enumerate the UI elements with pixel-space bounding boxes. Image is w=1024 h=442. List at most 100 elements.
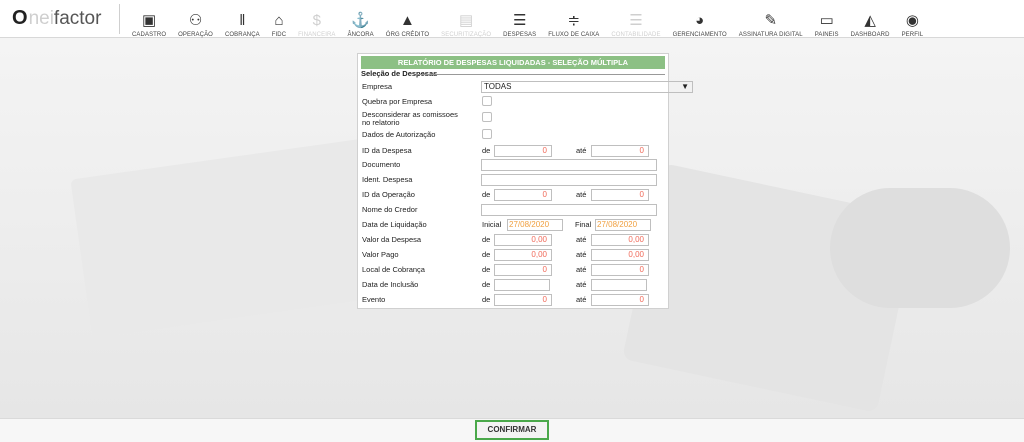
nav-item-opera-o[interactable]: ⚇ OPERAÇÃO	[172, 4, 219, 38]
row-dados-autorizacao: Dados de Autorização	[361, 129, 665, 141]
nav-item-label: PERFIL	[901, 31, 924, 38]
nav-item-contabilidade[interactable]: ☰ CONTABILIDADE	[605, 4, 666, 38]
nav-item-fidc[interactable]: ⌂ FIDC	[266, 4, 292, 38]
nav-item-label: ÓRG CRÉDITO	[385, 31, 430, 38]
evento-to-input[interactable]: 0	[591, 294, 649, 306]
nav-item-fluxo-de-caixa[interactable]: ≑ FLUXO DE CAIXA	[542, 4, 605, 38]
nav-item-dashboard[interactable]: ◭ DASHBOARD	[845, 4, 896, 38]
nav-item-paineis[interactable]: ▭ PAINEIS	[809, 4, 845, 38]
bank-icon: ⌂	[274, 11, 284, 29]
row-ident-despesa: Ident. Despesa	[361, 173, 665, 187]
logo-o: O	[12, 7, 28, 29]
nav-item-label: COBRANÇA	[224, 31, 260, 38]
ledger-icon: ☰	[629, 11, 643, 29]
evento-from-input[interactable]: 0	[494, 294, 552, 306]
valor-pago-to-input[interactable]: 0,00	[591, 249, 649, 261]
ident-despesa-input[interactable]	[481, 174, 657, 186]
valor-pago-de: de	[482, 250, 491, 259]
id-operacao-from-input[interactable]: 0	[494, 189, 552, 201]
fieldset-divider	[416, 74, 665, 75]
handshake-icon: ⚇	[188, 11, 203, 29]
evento-de: de	[482, 295, 491, 304]
pie-chart-icon: ◕	[695, 11, 705, 29]
local-cobranca-de: de	[482, 265, 491, 274]
data-liquidacao-start-input[interactable]: 27/08/2020	[507, 219, 563, 231]
user-icon: ◉	[905, 11, 919, 29]
data-inclusao-from-input[interactable]	[494, 279, 550, 291]
evento-label: Evento	[362, 295, 386, 304]
row-data-liquidacao: Data de Liquidação Inicial 27/08/2020 Fi…	[361, 218, 665, 232]
money-icon: $	[312, 11, 322, 29]
empresa-label: Empresa	[362, 82, 393, 91]
brand-logo[interactable]: O nei factor	[0, 3, 120, 34]
valor-pago-label: Valor Pago	[362, 250, 399, 259]
data-liquidacao-end-input[interactable]: 27/08/2020	[595, 219, 651, 231]
nav-item-label: ÂNCORA	[347, 31, 374, 38]
quebra-label: Quebra por Empresa	[362, 97, 433, 106]
nav-item-assinatura-digital[interactable]: ✎ ASSINATURA DIGITAL	[733, 4, 809, 38]
row-valor-despesa: Valor da Despesa de 0,00 até 0,00	[361, 233, 665, 247]
id-despesa-from-input[interactable]: 0	[494, 145, 552, 157]
desconsiderar-label-line2: no relatorio	[362, 118, 400, 127]
nav-item-gerenciamento[interactable]: ◕ GERENCIAMENTO	[667, 4, 733, 38]
desconsiderar-checkbox[interactable]	[482, 112, 492, 122]
nav-item-financeira[interactable]: $ FINANCEIRA	[292, 4, 341, 38]
nav-item-label: PAINEIS	[814, 31, 839, 38]
nav-item-securitiza-o[interactable]: ▤ SECURITIZAÇÃO	[435, 4, 497, 38]
valor-pago-ate: até	[576, 250, 587, 259]
id-card-icon: ▣	[141, 11, 157, 29]
documento-input[interactable]	[481, 159, 657, 171]
row-id-operacao: ID da Operação de 0 até 0	[361, 188, 665, 202]
valor-despesa-label: Valor da Despesa	[362, 235, 422, 244]
nav-item-label: OPERAÇÃO	[178, 31, 213, 38]
nav-item-label: ASSINATURA DIGITAL	[738, 31, 803, 38]
row-data-inclusao: Data de Inclusão de até	[361, 278, 665, 292]
confirm-button[interactable]: CONFIRMAR	[475, 420, 549, 440]
nav-item-label: GERENCIAMENTO	[672, 31, 727, 38]
nav-item-label: DESPESAS	[503, 31, 537, 38]
nav-item-cadastro[interactable]: ▣ CADASTRO	[126, 4, 172, 38]
ident-despesa-label: Ident. Despesa	[362, 175, 413, 184]
nav-item-label: CONTABILIDADE	[611, 31, 661, 38]
nome-credor-input[interactable]	[481, 204, 657, 216]
data-inclusao-to-input[interactable]	[591, 279, 647, 291]
row-desconsiderar: Desconsiderar as comissoes no relatorio	[361, 109, 665, 129]
empresa-selected-value: TODAS	[484, 82, 512, 91]
anchor-icon: ⚓	[351, 11, 370, 29]
nav-item--ncora[interactable]: ⚓ ÂNCORA	[342, 4, 380, 38]
row-evento: Evento de 0 até 0	[361, 293, 665, 307]
nav-item--rg-cr-dito[interactable]: ▲ ÓRG CRÉDITO	[380, 4, 435, 38]
nav-item-label: FIDC	[271, 31, 287, 38]
valor-pago-from-input[interactable]: 0,00	[494, 249, 552, 261]
form-title: RELATÓRIO DE DESPESAS LIQUIDADAS - SELEÇ…	[361, 56, 665, 69]
valor-despesa-from-input[interactable]: 0,00	[494, 234, 552, 246]
chevron-down-icon: ▼	[681, 82, 689, 91]
nav-item-label: DASHBOARD	[850, 31, 890, 38]
nav-item-label: CADASTRO	[132, 31, 167, 38]
barcode-icon: ‖	[239, 11, 246, 29]
id-despesa-to-input[interactable]: 0	[591, 145, 649, 157]
local-cobranca-from-input[interactable]: 0	[494, 264, 552, 276]
monitor-icon: ▭	[819, 11, 834, 29]
area-chart-icon: ◭	[864, 11, 876, 29]
dados-autorizacao-checkbox[interactable]	[482, 129, 492, 139]
main-menu: ▣ CADASTRO ⚇ OPERAÇÃO ‖ COBRANÇA ⌂ FIDC $ FINANCE…	[120, 0, 929, 38]
local-cobranca-label: Local de Cobrança	[362, 265, 425, 274]
nav-item-despesas[interactable]: ☰ DESPESAS	[497, 4, 542, 38]
row-id-despesa: ID da Despesa de 0 até 0	[361, 144, 665, 158]
logo-factor: factor	[53, 7, 102, 29]
valor-despesa-ate: até	[576, 235, 587, 244]
nav-item-perfil[interactable]: ◉ PERFIL	[896, 4, 930, 38]
nome-credor-label: Nome do Credor	[362, 205, 418, 214]
valor-despesa-to-input[interactable]: 0,00	[591, 234, 649, 246]
document-icon: ▤	[459, 11, 474, 29]
id-operacao-to-input[interactable]: 0	[591, 189, 649, 201]
list-icon: ☰	[512, 11, 527, 29]
empresa-select[interactable]: TODAS ▼	[481, 81, 693, 93]
nav-item-cobran-a[interactable]: ‖ COBRANÇA	[219, 4, 266, 38]
evento-ate: até	[576, 295, 587, 304]
local-cobranca-to-input[interactable]: 0	[591, 264, 649, 276]
data-inclusao-label: Data de Inclusão	[362, 280, 419, 289]
warning-icon: ▲	[400, 11, 415, 29]
quebra-checkbox[interactable]	[482, 96, 492, 106]
